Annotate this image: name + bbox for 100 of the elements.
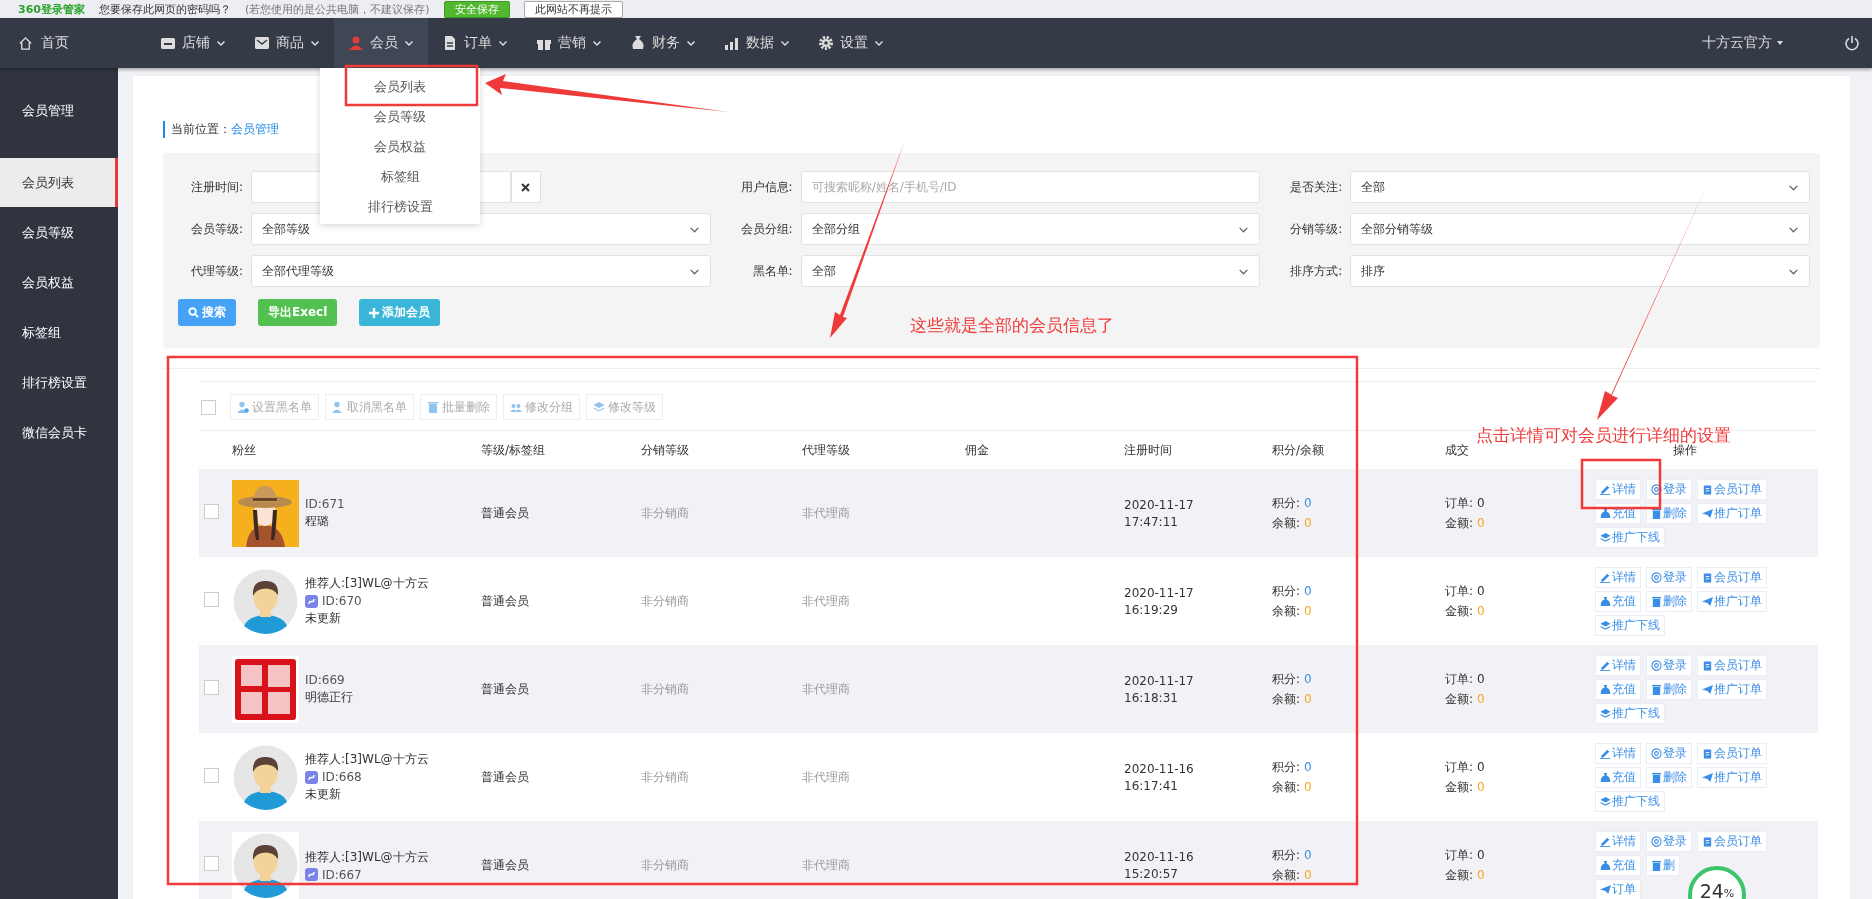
nav-tab[interactable]: 设置 [804, 18, 898, 68]
nav-tab[interactable]: 数据 [710, 18, 804, 68]
action-button[interactable]: 推广下线 [1595, 526, 1665, 548]
close-icon [521, 182, 531, 192]
menu-item[interactable]: 会员列表 [320, 72, 480, 102]
paper-plane-icon [1702, 771, 1713, 783]
action-button[interactable]: 推广订单 [1697, 678, 1767, 700]
action-button[interactable]: 详情 [1595, 566, 1641, 588]
select-field[interactable]: 排序 [1350, 255, 1810, 287]
row-checkbox[interactable] [204, 504, 219, 519]
sidebar-item[interactable]: 排行榜设置 [0, 358, 118, 407]
search-button[interactable]: 搜索 [178, 299, 236, 326]
clipboard-icon [1702, 483, 1713, 495]
document-icon [442, 35, 458, 51]
nav-tab[interactable]: 店铺 [146, 18, 240, 68]
action-button[interactable]: 删 [1646, 854, 1680, 876]
clear-button[interactable] [510, 171, 541, 203]
action-button[interactable]: 充值 [1595, 766, 1641, 788]
export-button[interactable]: 导出Execl [258, 299, 338, 326]
filter-label: 会员分组: [739, 220, 793, 238]
toolbar-button[interactable]: 设置黑名单 [230, 394, 319, 420]
select-field[interactable]: 全部代理等级 [251, 255, 711, 287]
select-all-checkbox[interactable] [201, 399, 216, 415]
sidebar-item[interactable]: 会员权益 [0, 258, 118, 307]
register-time: 17:47:11 [1124, 514, 1179, 529]
row-checkbox[interactable] [204, 768, 219, 783]
register-time: 15:20:57 [1124, 866, 1179, 881]
user-icon [332, 401, 344, 413]
action-button[interactable]: 删除 [1646, 678, 1692, 700]
amount-label: 金额: [1445, 691, 1474, 706]
action-button[interactable]: 详情 [1595, 478, 1641, 500]
sidebar-item[interactable]: 会员等级 [0, 208, 118, 257]
action-button[interactable]: 会员订单 [1697, 566, 1767, 588]
sidebar-item[interactable]: 微信会员卡 [0, 408, 118, 457]
action-button[interactable]: 会员订单 [1697, 478, 1767, 500]
action-button[interactable]: 登录 [1646, 654, 1692, 676]
action-button[interactable]: 充值 [1595, 590, 1641, 612]
action-button[interactable]: 会员订单 [1697, 830, 1767, 852]
balance-value: 0 [1303, 603, 1312, 618]
user-icon [237, 401, 249, 413]
row-checkbox[interactable] [204, 680, 219, 695]
menu-item[interactable]: 标签组 [320, 162, 480, 192]
action-button[interactable]: 推广订单 [1697, 766, 1767, 788]
prompt-button[interactable]: 安全保存 [443, 0, 510, 18]
table-cell-text: 普通会员 [481, 592, 530, 610]
table-cell-text: 普通会员 [481, 504, 530, 522]
toolbar-button[interactable]: 批量删除 [420, 394, 497, 420]
points-value: 0 [1303, 759, 1312, 774]
balance-value: 0 [1303, 515, 1312, 530]
balance-label: 余额: [1272, 779, 1301, 794]
action-button[interactable]: 推广订单 [1697, 590, 1767, 612]
at-sign-icon [1651, 571, 1662, 583]
toolbar-button[interactable]: 取消黑名单 [325, 394, 414, 420]
action-button[interactable]: 登录 [1646, 566, 1692, 588]
nav-tab[interactable]: 营销 [522, 18, 616, 68]
action-button[interactable]: 删除 [1646, 766, 1692, 788]
select-field[interactable]: 全部 [1350, 171, 1810, 203]
select-field[interactable]: 全部分组 [800, 213, 1261, 245]
action-button[interactable]: 充值 [1595, 854, 1641, 876]
action-button[interactable]: 登录 [1646, 478, 1692, 500]
action-button[interactable]: 订单 [1595, 878, 1641, 899]
row-checkbox[interactable] [204, 856, 219, 871]
action-button[interactable]: 充值 [1595, 678, 1641, 700]
sidebar-item[interactable]: 标签组 [0, 308, 118, 357]
nav-tab[interactable]: 会员 [334, 18, 428, 68]
toolbar-button[interactable]: 修改分组 [503, 394, 580, 420]
action-button[interactable]: 会员订单 [1697, 742, 1767, 764]
breadcrumb-link[interactable]: 会员管理 [231, 121, 279, 138]
action-button[interactable]: 推广下线 [1595, 790, 1665, 812]
action-button[interactable]: 推广下线 [1595, 702, 1665, 724]
nav-tab[interactable]: 财务 [616, 18, 710, 68]
select-field[interactable]: 全部 [800, 255, 1261, 287]
action-button[interactable]: 推广下线 [1595, 614, 1665, 636]
referrer-text: 推荐人:[3]WL@十方云 [305, 751, 429, 768]
menu-item[interactable]: 会员权益 [320, 132, 480, 162]
action-button[interactable]: 详情 [1595, 742, 1641, 764]
power-icon[interactable] [1844, 35, 1860, 51]
layers-icon [1600, 707, 1611, 719]
amount-label: 金额: [1445, 867, 1474, 882]
prompt-button[interactable]: 此网站不再提示 [523, 0, 623, 18]
sidebar-item[interactable]: 会员列表 [0, 158, 118, 207]
at-sign-icon [1651, 747, 1662, 759]
action-button[interactable]: 推广订单 [1697, 502, 1767, 524]
action-button[interactable]: 会员订单 [1697, 654, 1767, 676]
action-button[interactable]: 删除 [1646, 590, 1692, 612]
action-button[interactable]: 登录 [1646, 742, 1692, 764]
action-button[interactable]: 登录 [1646, 830, 1692, 852]
toolbar-button[interactable]: 修改等级 [586, 394, 663, 420]
row-checkbox[interactable] [204, 592, 219, 607]
home-link[interactable]: 首页 [0, 34, 146, 52]
account-menu[interactable]: 十方云官方 [1702, 34, 1784, 52]
action-button[interactable]: 删除 [1646, 502, 1692, 524]
action-button[interactable]: 详情 [1595, 830, 1641, 852]
add-button[interactable]: 添加会员 [359, 299, 441, 326]
register-date: 2020-11-17 [1124, 585, 1195, 600]
action-button[interactable]: 详情 [1595, 654, 1641, 676]
nav-tab[interactable]: 商品 [240, 18, 334, 68]
select-field[interactable]: 全部分销等级 [1350, 213, 1810, 245]
nav-tab[interactable]: 订单 [428, 18, 522, 68]
menu-item[interactable]: 会员等级 [320, 102, 480, 132]
